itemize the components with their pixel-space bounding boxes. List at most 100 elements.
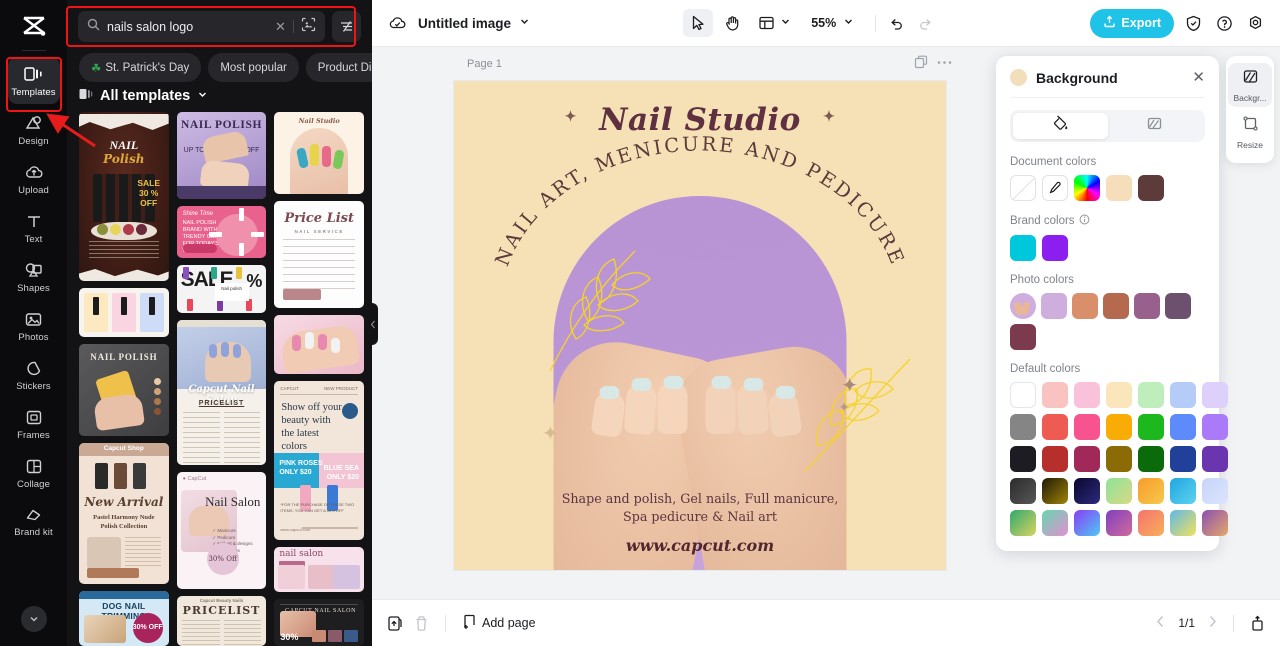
template-card[interactable]: Capcut Beauty Nails PRICELIST xyxy=(176,595,267,646)
default-gradient-swatch[interactable] xyxy=(1042,478,1068,504)
all-templates-dropdown[interactable]: All templates xyxy=(67,82,372,112)
default-gradient-swatch[interactable] xyxy=(1074,478,1100,504)
chip-st-patricks-day[interactable]: ☘ St. Patrick's Day xyxy=(79,53,202,82)
template-card[interactable]: Capcut Shop New Arrival Pastel Harmony N… xyxy=(79,443,169,585)
default-color-swatch[interactable] xyxy=(1202,382,1228,408)
template-card[interactable]: NAIL POLISH xyxy=(79,344,169,437)
photo-color-swatch[interactable] xyxy=(1103,293,1129,319)
default-color-swatch[interactable] xyxy=(1106,414,1132,440)
default-color-swatch[interactable] xyxy=(1010,382,1036,408)
template-card[interactable]: CAPCUT NEW PRODUCT Show off your beauty … xyxy=(274,380,365,540)
sidebar-item-design[interactable]: Design xyxy=(8,106,60,153)
default-color-swatch[interactable] xyxy=(1170,382,1196,408)
template-card[interactable]: DOG NAIL TRIMMING 30% OFF xyxy=(79,591,169,646)
document-color-swatch[interactable] xyxy=(1138,175,1164,201)
export-button[interactable]: Export xyxy=(1090,8,1174,38)
default-color-swatch[interactable] xyxy=(1074,414,1100,440)
fill-tab[interactable] xyxy=(1013,113,1108,139)
default-color-swatch[interactable] xyxy=(1170,446,1196,472)
photo-color-swatch[interactable] xyxy=(1072,293,1098,319)
search-box[interactable]: ✕ xyxy=(78,11,325,42)
resize-tool-button[interactable]: Resize xyxy=(1228,110,1272,154)
help-circle-icon[interactable] xyxy=(1212,11,1236,35)
add-page-button[interactable]: Add page xyxy=(462,614,536,633)
duplicate-icon[interactable] xyxy=(387,615,403,632)
background-tool-button[interactable]: Backgr... xyxy=(1228,63,1272,107)
sidebar-item-frames[interactable]: Frames xyxy=(8,400,60,447)
default-color-swatch[interactable] xyxy=(1042,382,1068,408)
brand-color-swatch[interactable] xyxy=(1042,235,1068,261)
default-color-swatch[interactable] xyxy=(1138,414,1164,440)
default-color-swatch[interactable] xyxy=(1010,414,1036,440)
design-canvas[interactable]: ✦ ✦ ✦ ✦ Nail Studio ✦ NAIL ART, MENICURE… xyxy=(454,81,946,570)
default-gradient-swatch[interactable] xyxy=(1170,510,1196,536)
default-gradient-swatch[interactable] xyxy=(1106,478,1132,504)
photo-thumbnail-swatch[interactable] xyxy=(1010,293,1036,319)
default-color-swatch[interactable] xyxy=(1202,414,1228,440)
photo-color-swatch[interactable] xyxy=(1165,293,1191,319)
template-card[interactable]: nail salon xyxy=(274,546,365,592)
template-card[interactable]: Nail Studio xyxy=(274,112,365,194)
undo-button[interactable] xyxy=(885,11,909,35)
select-tool-button[interactable] xyxy=(683,9,714,37)
clear-search-icon[interactable]: ✕ xyxy=(275,20,286,33)
close-icon[interactable]: ✕ xyxy=(1192,70,1205,85)
document-title[interactable]: Untitled image xyxy=(418,14,530,32)
panel-collapse-handle[interactable] xyxy=(367,303,378,345)
template-card[interactable]: NAIL POLISH UP TO 50% OFF xyxy=(176,112,267,199)
sidebar-item-photos[interactable]: Photos xyxy=(8,302,60,349)
trash-icon[interactable] xyxy=(414,615,429,632)
sidebar-item-collage[interactable]: Collage xyxy=(8,449,60,496)
default-color-swatch[interactable] xyxy=(1074,382,1100,408)
default-gradient-swatch[interactable] xyxy=(1010,478,1036,504)
photo-color-swatch[interactable] xyxy=(1041,293,1067,319)
photo-color-swatch[interactable] xyxy=(1010,324,1036,350)
sidebar-item-text[interactable]: Text xyxy=(8,204,60,251)
default-color-swatch[interactable] xyxy=(1010,446,1036,472)
next-page-button[interactable] xyxy=(1208,615,1217,631)
default-gradient-swatch[interactable] xyxy=(1202,510,1228,536)
brand-color-swatch[interactable] xyxy=(1010,235,1036,261)
template-card[interactable] xyxy=(79,288,169,338)
template-card[interactable]: Capcut Nail Salon PRICELIST xyxy=(176,319,267,466)
template-card[interactable]: CAPCUT NAIL SALON 30% xyxy=(274,598,365,646)
chip-most-popular[interactable]: Most popular xyxy=(208,53,299,82)
hand-tool-button[interactable] xyxy=(717,9,747,37)
rainbow-swatch[interactable] xyxy=(1074,175,1100,201)
default-gradient-swatch[interactable] xyxy=(1074,510,1100,536)
sidebar-item-shapes[interactable]: Shapes xyxy=(8,253,60,300)
photo-color-swatch[interactable] xyxy=(1134,293,1160,319)
template-card[interactable]: Price List NAIL SERVICE xyxy=(274,200,365,309)
capcut-logo[interactable] xyxy=(11,10,57,44)
template-card[interactable]: SALE % Nail polish xyxy=(176,265,267,313)
default-color-swatch[interactable] xyxy=(1138,382,1164,408)
transparent-tab[interactable] xyxy=(1108,113,1203,139)
background-color-swatch[interactable] xyxy=(1010,69,1027,86)
default-color-swatch[interactable] xyxy=(1106,382,1132,408)
settings-gear-icon[interactable] xyxy=(1243,11,1267,35)
default-gradient-swatch[interactable] xyxy=(1042,510,1068,536)
export-page-icon[interactable] xyxy=(1250,615,1265,632)
template-card[interactable]: ● CapCut Nail Salon ✓ Manicure ✓ Pedicure… xyxy=(176,472,267,589)
no-color-swatch[interactable] xyxy=(1010,175,1036,201)
templates-grid[interactable]: NAIL Polish SALE 30 % OFF NAIL POLISH Ca… xyxy=(67,112,372,646)
zoom-control[interactable]: 55% xyxy=(808,14,857,32)
chip-product-display[interactable]: Product Disp xyxy=(305,53,372,82)
default-color-swatch[interactable] xyxy=(1170,414,1196,440)
default-color-swatch[interactable] xyxy=(1106,446,1132,472)
filter-button[interactable] xyxy=(331,11,361,42)
default-color-swatch[interactable] xyxy=(1138,446,1164,472)
color-picker-swatch[interactable] xyxy=(1042,175,1068,201)
sidebar-item-upload[interactable]: Upload xyxy=(8,155,60,202)
default-gradient-swatch[interactable] xyxy=(1202,478,1228,504)
more-dots-icon[interactable] xyxy=(937,60,952,65)
default-color-swatch[interactable] xyxy=(1202,446,1228,472)
default-color-swatch[interactable] xyxy=(1074,446,1100,472)
cloud-save-icon[interactable] xyxy=(385,11,409,35)
sidebar-item-brand-kit[interactable]: Brand kit xyxy=(8,498,60,544)
info-icon[interactable] xyxy=(1079,214,1090,228)
default-color-swatch[interactable] xyxy=(1042,414,1068,440)
shield-check-icon[interactable] xyxy=(1181,11,1205,35)
default-gradient-swatch[interactable] xyxy=(1138,478,1164,504)
duplicate-page-icon[interactable] xyxy=(914,55,928,69)
